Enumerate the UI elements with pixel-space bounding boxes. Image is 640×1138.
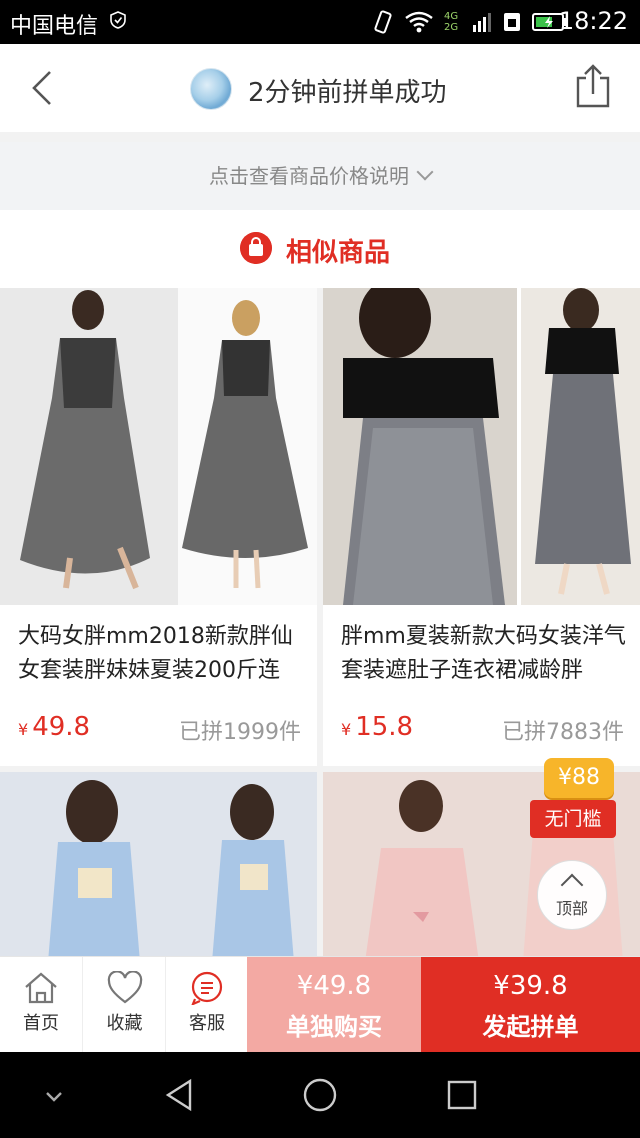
currency-symbol: ¥ [341,720,352,739]
chat-icon [191,971,223,1005]
coupon-promo[interactable]: ¥88 无门槛 [520,752,620,842]
group-price: ¥39.8 [493,971,568,1001]
recents-nav-icon[interactable] [446,1079,478,1111]
chevron-up-icon [560,873,584,897]
similar-section-header: 相似商品 [0,210,640,288]
sold-count: 已拼7883件 [502,720,624,745]
back-nav-icon[interactable] [164,1078,194,1112]
coupon-label: 无门槛 [530,800,616,838]
avatar [190,68,232,110]
product-price: ¥15.8 [341,712,413,742]
sold-count: 已拼1999件 [179,720,301,745]
product-name: 胖mm夏装新款大码女装洋气套装遮肚子连衣裙减龄胖 [341,624,626,683]
service-button[interactable]: 客服 [165,957,248,1053]
product-card[interactable] [0,772,317,962]
similar-heading: 相似商品 [286,238,391,268]
back-to-top-label: 顶部 [555,899,588,918]
signal-icon [473,13,491,32]
home-label: 首页 [23,1013,59,1034]
price-note-text: 点击查看商品价格说明 [209,164,409,188]
share-icon[interactable] [574,64,612,108]
sim-icon [504,13,520,31]
back-to-top-button[interactable]: 顶部 [537,860,607,930]
product-name: 大码女胖mm2018新款胖仙女套装胖妹妹夏装200斤连 [18,624,293,683]
product-image[interactable] [0,772,317,962]
coupon-amount: ¥88 [544,758,614,798]
vibrate-icon [374,10,392,34]
system-nav-bar [0,1052,640,1138]
heart-icon [107,971,142,1004]
favorite-label: 收藏 [106,1013,143,1034]
product-card[interactable]: 胖mm夏装新款大码女装洋气套装遮肚子连衣裙减龄胖 ¥15.8 已拼7883件 [323,288,640,766]
wifi-icon [405,11,433,33]
home-nav-icon[interactable] [302,1077,338,1113]
price-note-bar[interactable]: 点击查看商品价格说明 [0,142,640,210]
home-button[interactable]: 首页 [0,957,82,1053]
price-value: 15.8 [355,712,414,742]
back-icon[interactable] [22,68,62,108]
home-icon [25,972,57,1004]
buy-alone-label: 单独购买 [286,1013,382,1041]
product-image[interactable] [323,288,640,605]
product-price: ¥49.8 [18,712,90,742]
dress-illustration [48,780,294,962]
chevron-down-icon[interactable] [44,1090,64,1104]
buy-alone-price: ¥49.8 [296,971,372,1001]
dress-illustration [20,290,308,590]
top-header: 2分钟前拼单成功 [0,44,640,132]
price-value: 49.8 [32,712,91,742]
product-card[interactable]: 大码女胖mm2018新款胖仙女套装胖妹妹夏装200斤连 ¥49.8 已拼1999… [0,288,317,766]
network-label: 4G 2G [444,11,459,33]
shield-icon [110,11,126,29]
start-group-button[interactable]: ¥39.8 发起拼单 [421,957,640,1053]
dress-illustration [343,288,631,605]
favorite-button[interactable]: 收藏 [82,957,166,1053]
service-label: 客服 [189,1013,225,1034]
currency-symbol: ¥ [18,720,29,739]
carrier-label: 中国电信 [10,14,99,39]
shopping-bag-icon [240,232,272,264]
chevron-down-icon [416,163,434,181]
group-label: 发起拼单 [482,1013,579,1041]
buy-alone-button[interactable]: ¥49.8 单独购买 [247,957,421,1053]
clock: 18:22 [558,7,628,35]
bottom-action-bar: 首页 收藏 客服 ¥49.8 单独购买 ¥39.8 发起拼单 [0,956,640,1053]
status-bar: 中国电信 4G 2G 18:22 [0,0,640,44]
page-title: 2分钟前拼单成功 [248,78,447,108]
status-icons: 4G 2G [372,8,568,36]
product-image[interactable] [0,288,317,605]
